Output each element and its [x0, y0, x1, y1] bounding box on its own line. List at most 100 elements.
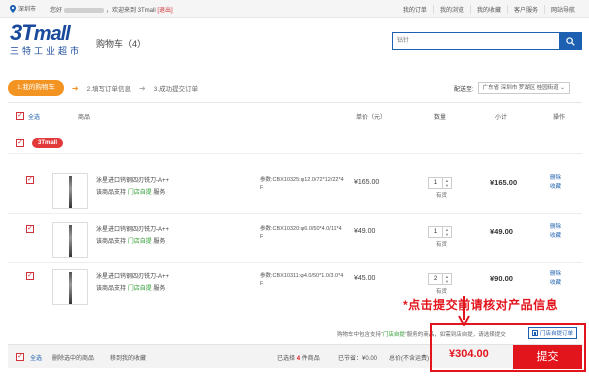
- chevron-down-icon: ⌄: [560, 85, 565, 91]
- col-action: 操作: [553, 115, 566, 121]
- delete-selected-link[interactable]: 删除选中的商品: [52, 353, 94, 362]
- col-product: 商品: [78, 115, 91, 121]
- footer-select-all-label[interactable]: 全选: [30, 356, 42, 362]
- top-nav: 我的订单 我的浏览 我的收藏 客户服务 网站导航: [397, 5, 581, 14]
- select-all-label[interactable]: 全选: [28, 112, 40, 121]
- product-name[interactable]: 泳星进口钨钢四刃铣刀-A++: [96, 175, 246, 184]
- quantity-value[interactable]: 1: [429, 178, 442, 188]
- item-checkbox[interactable]: [26, 272, 34, 280]
- blurred-username: [64, 7, 105, 13]
- product-thumbnail[interactable]: [52, 222, 88, 258]
- unit-price: ¥49.00: [354, 228, 376, 235]
- nav-my-browse[interactable]: 我的浏览: [432, 5, 470, 14]
- arrow-down-icon: [458, 296, 470, 326]
- quantity-stepper[interactable]: 1 ▲ ▼: [428, 177, 452, 189]
- header: 3Tmall 三特工业超市 购物车（4）: [0, 18, 589, 64]
- divider: [8, 262, 582, 263]
- nav-site-map[interactable]: 网站导航: [543, 5, 581, 14]
- cart-item: 泳星进口钨钢四刃铣刀-A++ 该商品支持 门店自提 服务 参数:CBX10320…: [8, 222, 582, 262]
- unit-price: ¥165.00: [354, 179, 380, 186]
- arrow-right-icon: ➜: [71, 83, 79, 93]
- unit-price: ¥45.00: [354, 275, 376, 282]
- step-fill-order: 2.填写订单信息: [86, 86, 132, 93]
- shipping-address-select[interactable]: 广东省 深圳市 罗湖区 桂园街道 ⌄: [477, 82, 570, 94]
- decrease-button[interactable]: ▼: [443, 183, 451, 188]
- step-submit-success: 3.成功提交订单: [153, 86, 199, 93]
- stock-status: 有货: [436, 193, 448, 199]
- favorite-link[interactable]: 收藏: [550, 279, 561, 288]
- quantity-value[interactable]: 2: [429, 274, 442, 284]
- search-button[interactable]: [559, 33, 581, 49]
- shipping-destination: 配送至: 广东省 深圳市 罗湖区 桂园街道 ⌄: [454, 82, 570, 94]
- select-all-checkbox[interactable]: [16, 112, 24, 120]
- product-name[interactable]: 泳星进口钨钢四刃铣刀-A++: [96, 224, 246, 233]
- divider: [8, 213, 582, 214]
- item-subtotal: ¥165.00: [490, 178, 518, 187]
- product-params: 参数:CBX10311:φ4.0/50*1.0/3.0*4F: [260, 273, 344, 287]
- delete-link[interactable]: 删除: [550, 270, 561, 279]
- location-selector[interactable]: 深圳市: [10, 4, 36, 13]
- end-mill-image: [69, 225, 72, 257]
- stock-status: 有货: [436, 289, 448, 295]
- quantity-stepper[interactable]: 1 ▲ ▼: [428, 226, 452, 238]
- store-checkbox[interactable]: [16, 139, 24, 147]
- search-box: [392, 32, 582, 50]
- delete-link[interactable]: 删除: [550, 223, 561, 232]
- total-label: 总价(不含运费)：: [389, 356, 435, 362]
- product-params: 参数:CBX10320:φ6.0/50*4.0/11*4F: [260, 226, 342, 240]
- greeting: 您好 ，欢迎来到 3Tmall [退出]: [50, 5, 173, 14]
- quantity-stepper[interactable]: 2 ▲ ▼: [428, 273, 452, 285]
- item-checkbox[interactable]: [26, 176, 34, 184]
- cart-table-header: 全选 商品 单价（元） 数量 小计 操作: [8, 108, 582, 124]
- decrease-button[interactable]: ▼: [443, 279, 451, 284]
- selected-count-text: 已选择 4 件商品: [277, 356, 320, 362]
- greeting-suffix: ，欢迎来到 3Tmall: [106, 8, 156, 14]
- service-note: 该商品支持 门店自提 服务: [96, 239, 166, 245]
- top-bar: 深圳市 您好 ，欢迎来到 3Tmall [退出] 我的订单 我的浏览 我的收藏 客…: [0, 0, 589, 18]
- product-thumbnail[interactable]: [52, 173, 88, 209]
- item-actions: 删除 收藏: [550, 270, 561, 288]
- item-subtotal: ¥49.00: [490, 227, 513, 236]
- logo-mark: 3Tmall: [10, 20, 71, 46]
- store-badge[interactable]: 3Tmall: [32, 138, 64, 148]
- end-mill-image: [69, 176, 72, 208]
- divider: [8, 102, 582, 103]
- arrow-right-icon: ➜: [139, 83, 146, 93]
- quantity-value[interactable]: 1: [429, 227, 442, 237]
- search-icon: [565, 36, 575, 46]
- greeting-prefix: 您好: [50, 8, 63, 14]
- footer-select-all-checkbox[interactable]: [16, 353, 24, 361]
- decrease-button[interactable]: ▼: [443, 232, 451, 237]
- col-unit-price: 单价（元）: [356, 115, 387, 121]
- nav-my-favorites[interactable]: 我的收藏: [469, 5, 507, 14]
- col-quantity: 数量: [434, 115, 447, 121]
- saved-amount: 已节省：¥0.00: [338, 356, 378, 362]
- product-thumbnail[interactable]: [52, 269, 88, 305]
- item-actions: 删除 收藏: [550, 223, 561, 241]
- location-pin-icon: [10, 4, 16, 13]
- product-params: 参数:CBX10325:φ12.0/72*12/22*4F: [260, 177, 344, 191]
- logo-subtitle: 三特工业超市: [10, 46, 83, 56]
- shipping-label: 配送至:: [454, 86, 474, 93]
- search-input[interactable]: [393, 33, 559, 49]
- delete-link[interactable]: 删除: [550, 174, 561, 183]
- divider: [8, 153, 582, 154]
- col-subtotal: 小计: [495, 115, 508, 121]
- end-mill-image: [69, 272, 72, 304]
- nav-my-orders[interactable]: 我的订单: [397, 5, 433, 14]
- cart-item: 泳星进口钨钢四刃铣刀-A++ 该商品支持 门店自提 服务 参数:CBX10325…: [8, 173, 582, 213]
- nav-customer-service[interactable]: 客户服务: [506, 5, 544, 14]
- service-note: 该商品支持 门店自提 服务: [96, 190, 166, 196]
- step-my-cart: 1.我的购物车: [8, 80, 64, 96]
- review-notice: *点击提交前请核对产品信息: [403, 298, 559, 312]
- cart-title: 购物车（4）: [96, 39, 147, 49]
- product-name[interactable]: 泳星进口钨钢四刃铣刀-A++: [96, 271, 246, 280]
- logout-link[interactable]: [退出]: [157, 8, 172, 14]
- item-checkbox[interactable]: [26, 225, 34, 233]
- favorite-link[interactable]: 收藏: [550, 232, 561, 241]
- move-to-favorites-link[interactable]: 移到我的收藏: [110, 353, 146, 362]
- favorite-link[interactable]: 收藏: [550, 183, 561, 192]
- highlight-box: [430, 323, 586, 372]
- service-note: 该商品支持 门店自提 服务: [96, 286, 166, 292]
- logo[interactable]: 3Tmall 三特工业超市: [10, 21, 82, 57]
